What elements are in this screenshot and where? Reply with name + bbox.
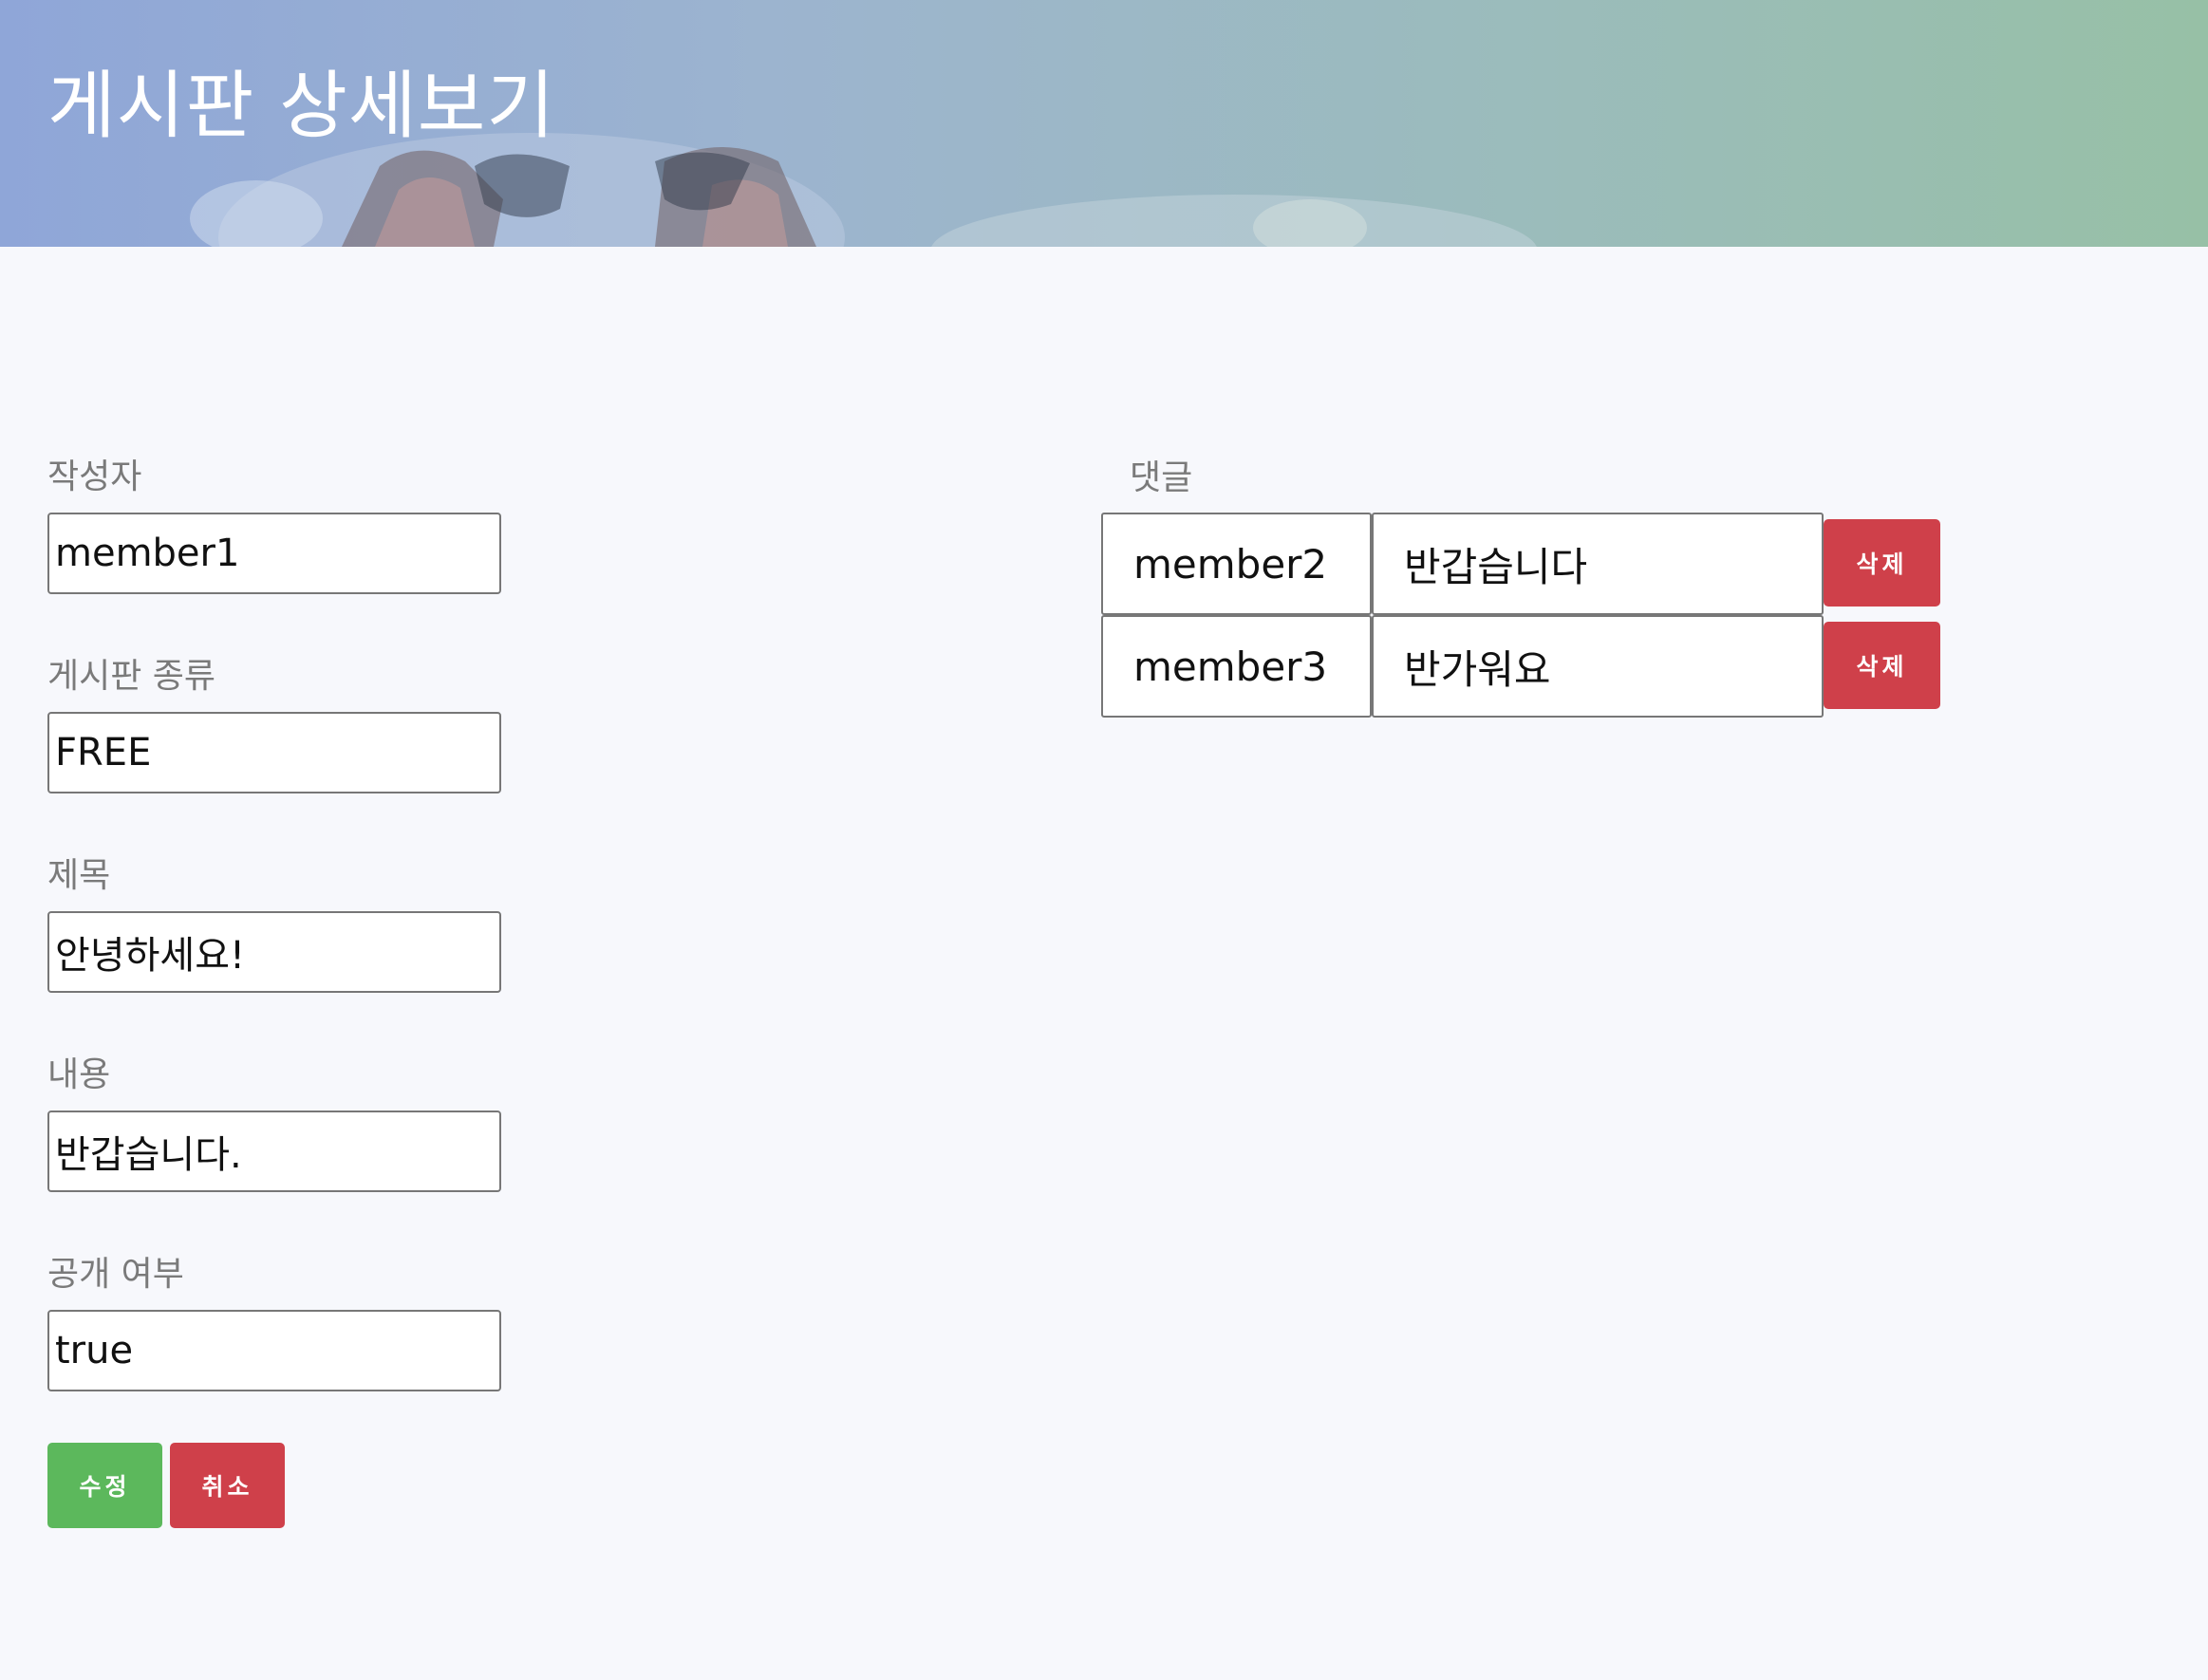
board-type-field[interactable] xyxy=(47,712,501,793)
is-public-field[interactable] xyxy=(47,1310,501,1391)
content-field[interactable] xyxy=(47,1111,501,1192)
writer-field[interactable] xyxy=(47,513,501,594)
comments-label: 댓글 xyxy=(1130,458,1193,497)
board-type-label: 게시판 종류 xyxy=(47,657,216,696)
comment-text-field[interactable] xyxy=(1372,615,1824,718)
comment-text-field[interactable] xyxy=(1372,513,1824,615)
edit-button[interactable]: 수정 xyxy=(47,1443,162,1528)
comment-row: 삭제 xyxy=(1101,615,1955,718)
comment-author-field[interactable] xyxy=(1101,513,1372,615)
header-banner: 게시판 상세보기 xyxy=(0,0,2208,247)
cancel-button[interactable]: 취소 xyxy=(170,1443,285,1528)
page-title: 게시판 상세보기 xyxy=(47,64,556,149)
content-label: 내용 xyxy=(47,1055,111,1094)
comment-delete-button[interactable]: 삭제 xyxy=(1824,519,1940,607)
comment-delete-button[interactable]: 삭제 xyxy=(1824,622,1940,709)
subject-label: 제목 xyxy=(47,856,111,895)
comment-row: 삭제 xyxy=(1101,513,1955,615)
subject-field[interactable] xyxy=(47,911,501,993)
is-public-label: 공개 여부 xyxy=(47,1255,184,1294)
comment-author-field[interactable] xyxy=(1101,615,1372,718)
writer-label: 작성자 xyxy=(47,457,142,496)
